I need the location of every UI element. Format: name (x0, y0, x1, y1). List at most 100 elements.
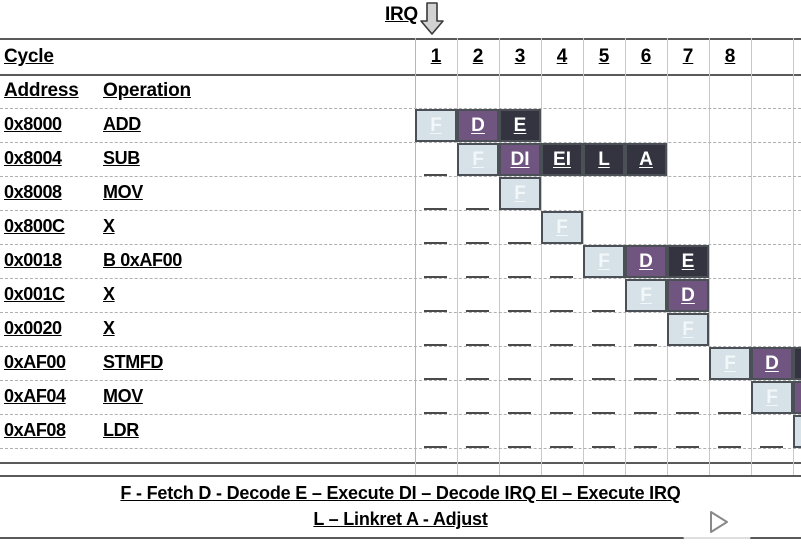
instruction-operation: B 0xAF00 (103, 250, 182, 270)
irq-marker: IRQ (385, 2, 445, 38)
passed-cycle-marker (550, 378, 573, 380)
pipeline-stage-label: F (556, 217, 568, 238)
instruction-operation: ADD (103, 114, 141, 134)
pipeline-stage-cell: F (457, 143, 499, 176)
row-separator-2 (0, 176, 801, 178)
instruction-operation: X (103, 284, 115, 304)
passed-cycle-marker (508, 276, 531, 278)
table-rule-body-bottom (0, 462, 801, 464)
grid-line-legend-8 (751, 462, 752, 475)
pipeline-stage-label: L (598, 149, 610, 170)
instruction-operation: LDR (103, 420, 139, 440)
passed-cycle-marker (466, 344, 489, 346)
pipeline-stage-cell: F (415, 109, 457, 142)
passed-cycle-marker (466, 378, 489, 380)
play-button-overlay[interactable] (683, 496, 751, 548)
passed-cycle-marker (718, 446, 741, 448)
passed-cycle-marker (550, 276, 573, 278)
pipeline-diagram-screen: IRQ Cycle Address Operation 1 2 3 4 5 6 7 8 0x8… (0, 0, 801, 551)
row-separator-10 (0, 448, 801, 450)
cycle-number-4: 4 (556, 46, 568, 67)
pipeline-stage-label: EI (553, 149, 571, 170)
passed-cycle-marker (550, 412, 573, 414)
row-separator-3 (0, 210, 801, 212)
table-rule-legend-top (0, 475, 801, 477)
arrow-down-icon (420, 2, 444, 35)
grid-line-legend-1 (457, 462, 458, 475)
pipeline-stage-label: F (682, 319, 694, 340)
pipeline-stage-label: F (766, 387, 778, 408)
passed-cycle-marker (592, 310, 615, 312)
passed-cycle-marker (424, 378, 447, 380)
passed-cycle-marker (466, 242, 489, 244)
pipeline-stage-cell: F (667, 313, 709, 346)
cycle-number-2: 2 (472, 46, 484, 67)
passed-cycle-marker (424, 276, 447, 278)
passed-cycle-marker (676, 378, 699, 380)
pipeline-stage-cell: F (541, 211, 583, 244)
pipeline-stage-label: F (430, 115, 442, 136)
pipeline-stage-cell: F (793, 415, 801, 448)
pipeline-stage-label: D (639, 251, 653, 272)
pipeline-stage-cell: L (583, 143, 625, 176)
table-rule-legend-bottom (0, 537, 801, 539)
instruction-address: 0xAF04 (4, 386, 66, 406)
row-separator-7 (0, 346, 801, 348)
irq-label: IRQ (385, 4, 418, 25)
passed-cycle-marker (676, 446, 699, 448)
cycle-number-8: 8 (724, 46, 736, 67)
passed-cycle-marker (550, 310, 573, 312)
grid-line-0 (415, 38, 416, 462)
passed-cycle-marker (424, 412, 447, 414)
pipeline-stage-cell: EI (541, 143, 583, 176)
pipeline-stage-cell: F (625, 279, 667, 312)
cycle-number-5: 5 (598, 46, 610, 67)
passed-cycle-marker (466, 208, 489, 210)
passed-cycle-marker (424, 242, 447, 244)
pipeline-stage-cell: A (625, 143, 667, 176)
instruction-operation: STMFD (103, 352, 163, 372)
pipeline-stage-label: E (513, 115, 527, 136)
instruction-operation: MOV (103, 182, 143, 202)
pipeline-stage-label: F (472, 149, 484, 170)
pipeline-stage-label: F (514, 183, 526, 204)
grid-line-legend-7 (709, 462, 710, 475)
passed-cycle-marker (466, 276, 489, 278)
instruction-address: 0xAF08 (4, 420, 66, 440)
grid-line-7 (709, 38, 710, 462)
grid-line-2 (499, 38, 500, 462)
pipeline-stage-cell: D (667, 279, 709, 312)
passed-cycle-marker (634, 446, 657, 448)
grid-line-legend-4 (583, 462, 584, 475)
passed-cycle-marker (592, 446, 615, 448)
instruction-address: 0xAF00 (4, 352, 66, 372)
instruction-operation: SUB (103, 148, 140, 168)
grid-line-legend-5 (625, 462, 626, 475)
passed-cycle-marker (550, 446, 573, 448)
cycle-header-label: Cycle (4, 46, 54, 67)
pipeline-stage-label: D (471, 115, 485, 136)
grid-line-3 (541, 38, 542, 462)
cycle-number-1: 1 (430, 46, 442, 67)
pipeline-stage-cell: D (625, 245, 667, 278)
grid-line-legend-9 (793, 462, 794, 475)
pipeline-stage-cell: D (751, 347, 793, 380)
grid-line-legend-2 (499, 462, 500, 475)
passed-cycle-marker (718, 412, 741, 414)
passed-cycle-marker (508, 344, 531, 346)
instruction-operation: X (103, 318, 115, 338)
pipeline-stage-label: F (724, 353, 736, 374)
passed-cycle-marker (550, 344, 573, 346)
passed-cycle-marker (424, 344, 447, 346)
pipeline-stage-cell: E (793, 347, 801, 380)
instruction-address: 0x001C (4, 284, 65, 304)
table-rule-top (0, 38, 801, 40)
row-separator-0 (0, 108, 801, 110)
passed-cycle-marker (676, 412, 699, 414)
legend-line-1-text: F - Fetch D - Decode E – Execute DI – De… (120, 483, 681, 503)
passed-cycle-marker (760, 446, 783, 448)
pipeline-stage-cell: F (751, 381, 793, 414)
passed-cycle-marker (466, 310, 489, 312)
passed-cycle-marker (508, 378, 531, 380)
pipeline-stage-cell: D (793, 381, 801, 414)
